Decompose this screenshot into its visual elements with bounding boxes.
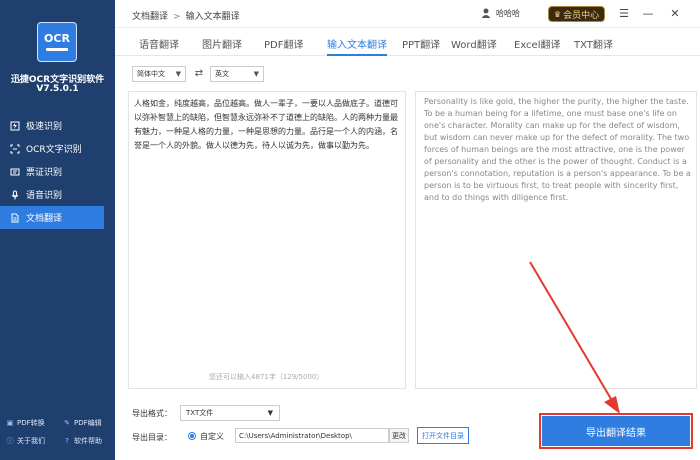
translate-tabs: 语音翻译 图片翻译 PDF翻译 输入文本翻译 PPT翻译 Word翻译 Exce… [115,32,700,56]
breadcrumb-item: 输入文本翻译 [185,12,240,22]
sidebar-nav: 极速识别 OCR文字识别 票证识别 语音识别 文档翻译 [0,114,115,229]
logo-text: OCR [44,32,70,45]
sidebar-item-label: 文档翻译 [26,214,63,224]
link-about[interactable]: ⓘ 关于我们 [0,436,57,446]
tab-ppt-translate[interactable]: PPT翻译 [402,36,440,56]
sidebar-item-ocr[interactable]: OCR文字识别 [0,137,115,160]
tab-voice-translate[interactable]: 语音翻译 [139,36,179,56]
pdf-edit-icon: ✎ [64,419,70,427]
pdf-convert-icon: ▣ [6,419,14,427]
change-dir-button[interactable]: 更改 [389,428,409,443]
chevron-down-icon: ▼ [267,409,273,417]
sidebar-item-label: 极速识别 [26,122,63,132]
minimize-icon[interactable]: — [641,6,655,20]
translated-text: Personality is like gold, the higher the… [424,97,691,202]
sidebar-item-voice[interactable]: 语音识别 [0,183,115,206]
crown-icon: ♛ [553,9,562,19]
target-language-select[interactable]: 英文 ▼ [210,66,264,82]
export-format-value: TXT文件 [186,409,214,417]
tab-txt-translate[interactable]: TXT翻译 [574,36,613,56]
link-pdf-convert[interactable]: ▣ PDF转换 [0,418,57,428]
tab-word-translate[interactable]: Word翻译 [451,36,497,56]
radio-dot [190,434,194,438]
export-dir-label: 导出目录： [132,433,172,442]
link-label: PDF编辑 [74,419,102,427]
help-icon: ? [65,437,69,445]
vip-center-button[interactable]: ♛ 会员中心 [548,6,605,22]
sidebar-bottom-links: ▣ PDF转换 ✎ PDF编辑 ⓘ 关于我们 ? 软件帮助 [0,414,115,450]
target-language-value: 英文 [215,70,229,78]
breadcrumb-item[interactable]: 文档翻译 [132,12,168,22]
source-text-area[interactable]: 人格如金，纯度越高，品位越高。做人一辈子，一要以人品做底子。道德可以弥补智慧上的… [128,91,406,389]
link-label: 关于我们 [17,437,45,445]
document-icon [10,213,20,223]
source-text[interactable]: 人格如金，纯度越高，品位越高。做人一辈子，一要以人品做底子。道德可以弥补智慧上的… [134,97,404,153]
link-label: PDF转换 [17,419,45,427]
export-translation-button[interactable]: 导出翻译结果 [539,413,693,449]
chevron-down-icon: ▼ [175,70,181,78]
sidebar-item-ticket[interactable]: 票证识别 [0,160,115,183]
swap-languages-icon[interactable]: ⇄ [192,66,206,80]
username: 哈哈哈 [496,8,520,18]
app-logo: OCR [37,22,77,62]
chevron-down-icon: ▼ [253,70,259,78]
custom-dir-label: 自定义 [200,432,224,441]
link-help[interactable]: ? 软件帮助 [57,436,114,446]
tab-image-translate[interactable]: 图片翻译 [202,36,242,56]
sidebar-item-label: OCR文字识别 [26,145,82,155]
char-counter: 您还可以输入4871字（129/5000） [209,373,324,381]
translated-text-area[interactable]: Personality is like gold, the higher the… [415,91,697,389]
sidebar-item-doc-translate[interactable]: 文档翻译 [0,206,104,229]
breadcrumb: 文档翻译 > 输入文本翻译 [132,9,240,22]
custom-dir-radio[interactable] [188,432,196,440]
export-format-select[interactable]: TXT文件 ▼ [180,405,280,421]
sidebar-item-label: 票证识别 [26,168,63,178]
close-icon[interactable]: ✕ [668,6,682,20]
tab-excel-translate[interactable]: Excel翻译 [514,36,561,56]
user-avatar-icon [480,7,492,19]
link-label: 软件帮助 [74,437,102,445]
source-language-select[interactable]: 简体中文 ▼ [132,66,186,82]
info-icon: ⓘ [6,437,14,445]
app-version: V7.5.0.1 [36,84,79,94]
link-pdf-edit[interactable]: ✎ PDF编辑 [57,418,114,428]
ticket-icon [10,167,20,177]
sidebar-item-fast-recognition[interactable]: 极速识别 [0,114,115,137]
open-dir-button[interactable]: 打开文件目录 [417,427,469,444]
tab-pdf-translate[interactable]: PDF翻译 [264,36,303,56]
microphone-icon [10,190,20,200]
ocr-icon [10,144,20,154]
export-path-input[interactable] [235,428,389,443]
logo-bar [46,48,68,51]
tab-text-translate[interactable]: 输入文本翻译 [327,36,387,56]
sidebar-item-label: 语音识别 [26,191,63,201]
vip-label: 会员中心 [563,10,600,21]
menu-icon[interactable]: ☰ [617,6,631,20]
export-format-label: 导出格式： [132,409,172,418]
source-language-value: 简体中文 [137,70,165,78]
user-info[interactable]: 哈哈哈 [480,7,520,19]
title-bar: 文档翻译 > 输入文本翻译 哈哈哈 ♛ 会员中心 ☰ — ✕ [115,0,700,28]
breadcrumb-separator: > [173,12,181,22]
lightning-icon [10,121,20,131]
sidebar: OCR 迅捷OCR文字识别软件 V7.5.0.1 极速识别 OCR文字识别 票证… [0,0,115,460]
